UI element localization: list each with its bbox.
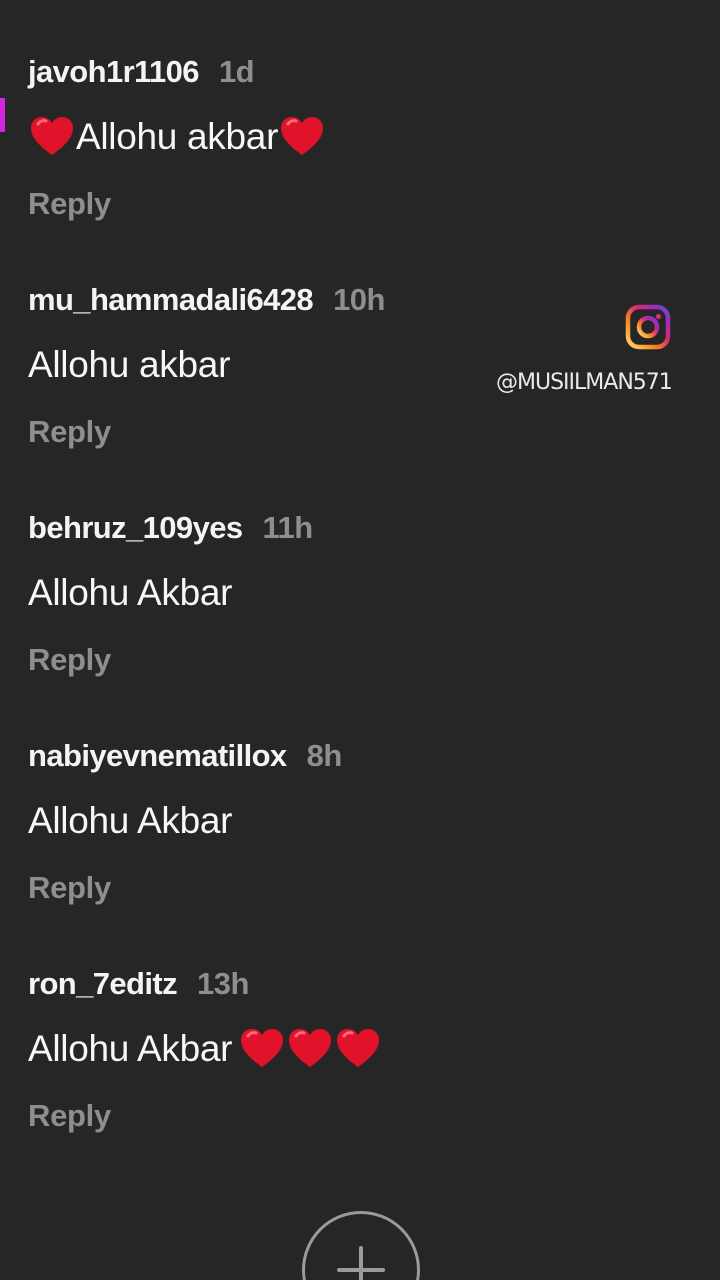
comment-time: 8h: [306, 738, 343, 773]
comment-username[interactable]: javoh1r1106: [28, 50, 200, 94]
add-comment-button[interactable]: [302, 1211, 420, 1280]
heart-icon: [28, 112, 76, 162]
comment-time: 1d: [218, 54, 255, 89]
comment-item: nabiyevnematillox 8h Allohu Akbar Reply: [28, 734, 488, 906]
reply-button[interactable]: Reply: [28, 1098, 111, 1134]
comment-item: mu_hammadali6428 10h Allohu akbar Reply: [28, 278, 488, 450]
comment-time: 11h: [262, 510, 314, 545]
comment-text: Allohu akbar: [28, 344, 231, 385]
plus-icon: [337, 1246, 385, 1280]
comment-item: behruz_109yes 11h Allohu Akbar Reply: [28, 506, 488, 678]
edge-marker: [0, 98, 5, 132]
reply-button[interactable]: Reply: [28, 414, 111, 450]
comment-text: Allohu akbar: [76, 116, 279, 157]
comment-username[interactable]: mu_hammadali6428: [28, 278, 314, 322]
comment-text: Allohu Akbar: [28, 800, 233, 841]
heart-icon: [278, 112, 326, 162]
comment-item: javoh1r1106 1d Allohu akbar Reply: [28, 50, 488, 222]
comment-username[interactable]: nabiyevnematillox: [28, 734, 287, 778]
reply-button[interactable]: Reply: [28, 870, 111, 906]
watermark: @MUSIILMAN571: [496, 300, 680, 395]
heart-icon: [238, 1024, 286, 1074]
heart-icon: [334, 1024, 382, 1074]
reply-button[interactable]: Reply: [28, 186, 111, 222]
instagram-icon: [625, 304, 671, 350]
comment-time: 10h: [333, 282, 385, 317]
comment-time: 13h: [197, 966, 249, 1001]
watermark-handle: @MUSIILMAN571: [496, 370, 673, 395]
reply-button[interactable]: Reply: [28, 642, 111, 678]
heart-icon: [286, 1024, 334, 1074]
comment-username[interactable]: ron_7editz: [28, 962, 178, 1006]
comment-username[interactable]: behruz_109yes: [28, 506, 243, 550]
comment-text: Allohu Akbar: [28, 572, 233, 613]
comment-text: Allohu Akbar: [28, 1028, 233, 1069]
comment-item: ron_7editz 13h Allohu Akbar Reply: [28, 962, 488, 1134]
